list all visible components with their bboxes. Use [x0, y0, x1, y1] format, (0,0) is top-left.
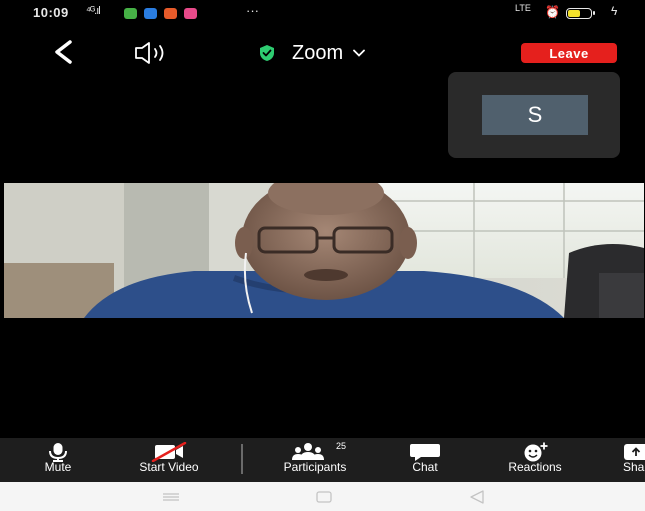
chat-icon: [410, 444, 440, 461]
more-notifications-icon: ···: [246, 3, 259, 18]
notification-icon: [124, 8, 137, 19]
system-nav-bar: [0, 482, 645, 511]
microphone-icon: [49, 443, 67, 462]
toolbar-divider: [241, 444, 243, 474]
active-speaker-video[interactable]: [4, 183, 644, 318]
self-video-thumbnail[interactable]: S: [448, 72, 620, 158]
signal-icon: ⁴ᴳ.ıl: [86, 5, 101, 17]
network-lte-icon: LTE: [515, 3, 531, 13]
share-button[interactable]: Sha: [620, 438, 645, 482]
battery-level: [568, 10, 580, 17]
leave-button[interactable]: Leave: [521, 43, 617, 63]
back-arrow-icon: [55, 40, 72, 64]
meeting-toolbar: Mute Start Video 25 Participants Chat Re…: [0, 438, 645, 482]
charging-icon: ϟ: [611, 4, 618, 18]
shield-check-icon: [260, 45, 274, 61]
speaker-icon: [135, 42, 164, 64]
participants-icon: [292, 443, 324, 460]
zoom-meeting-screen: 10:09 ⁴ᴳ.ıl ··· LTE ⏰ ϟ Zoom Leave S Mut…: [0, 0, 645, 511]
alarm-icon: ⏰: [545, 5, 560, 19]
share-icon: [624, 444, 645, 460]
back-triangle-icon: [470, 490, 484, 504]
notification-icon: [144, 8, 157, 19]
video-frame: [4, 183, 644, 318]
notification-icon: [164, 8, 177, 19]
start-video-button[interactable]: Start Video: [118, 438, 220, 482]
speaker-button[interactable]: [134, 40, 182, 66]
mute-button[interactable]: Mute: [30, 438, 86, 482]
video-off-icon: [151, 442, 187, 462]
start-video-label: Start Video: [139, 460, 199, 474]
chat-button[interactable]: Chat: [398, 438, 452, 482]
mute-label: Mute: [44, 460, 72, 474]
status-bar: 10:09 ⁴ᴳ.ıl ··· LTE ⏰ ϟ: [0, 0, 645, 26]
participants-label: Participants: [283, 460, 347, 474]
home-nav-button[interactable]: [314, 489, 334, 505]
participants-button[interactable]: 25 Participants: [260, 438, 370, 482]
chat-label: Chat: [412, 460, 438, 474]
participants-count: 25: [336, 441, 347, 451]
back-button[interactable]: [48, 36, 78, 68]
chevron-down-icon: [353, 49, 366, 57]
status-time: 10:09: [33, 5, 69, 20]
menu-nav-button[interactable]: [160, 490, 182, 504]
reactions-button[interactable]: Reactions: [486, 438, 584, 482]
share-label: Sha: [623, 460, 645, 474]
meeting-title: Zoom: [292, 41, 344, 64]
home-icon: [316, 491, 332, 503]
menu-icon: [163, 493, 179, 501]
avatar: S: [482, 95, 588, 135]
reactions-icon: [524, 442, 548, 462]
battery-icon: [566, 8, 595, 19]
notification-icon: [184, 8, 197, 19]
meeting-title-dropdown[interactable]: Zoom: [258, 40, 366, 66]
back-nav-button[interactable]: [467, 489, 487, 505]
reactions-label: Reactions: [508, 460, 562, 474]
